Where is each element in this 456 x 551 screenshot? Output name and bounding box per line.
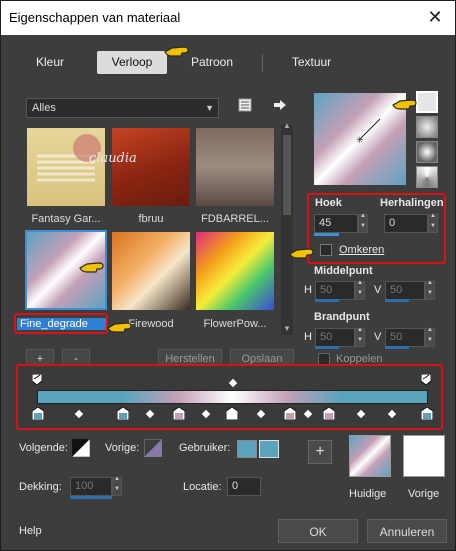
tab-gradient[interactable]: Verloop <box>97 51 167 74</box>
previous-swatch[interactable] <box>403 435 445 477</box>
focal-h-slider[interactable] <box>315 346 339 349</box>
center-v-label: V <box>374 284 382 296</box>
style-sunburst-button[interactable] <box>416 166 438 188</box>
window-title: Eigenschappen van materiaal <box>9 10 181 25</box>
title-bar: Eigenschappen van materiaal ✕ <box>1 1 455 35</box>
opacity-stop-end[interactable] <box>421 374 431 385</box>
color-stop[interactable] <box>173 407 185 420</box>
tab-color[interactable]: Kleur <box>15 51 85 74</box>
pointer-hand-icon <box>164 46 189 57</box>
current-swatch-label: Huidige <box>349 488 387 500</box>
center-h-label: H <box>304 284 312 296</box>
pointer-hand-icon <box>289 248 314 259</box>
user-label: Gebruiker: <box>179 442 231 454</box>
center-v-slider[interactable] <box>385 299 409 302</box>
focal-h-input[interactable]: 50 <box>315 328 355 347</box>
angle-stepper[interactable] <box>358 213 368 233</box>
gradient-thumb-flowerpower[interactable] <box>196 232 274 310</box>
focal-label: Brandpunt <box>314 311 370 323</box>
focal-v-input[interactable]: 50 <box>385 328 425 347</box>
gradient-thumb-fbruu[interactable] <box>112 128 190 206</box>
user-color-swatch-1[interactable] <box>237 440 257 458</box>
opacity-input[interactable]: 100 <box>70 477 112 496</box>
tab-texture[interactable]: Textuur <box>274 51 349 74</box>
pointer-hand-icon <box>79 262 104 273</box>
center-h-input[interactable]: 50 <box>315 281 355 300</box>
opacity-slider[interactable] <box>70 496 112 499</box>
current-swatch[interactable] <box>349 435 391 477</box>
angle-input[interactable]: 45 <box>314 214 358 233</box>
focal-v-slider[interactable] <box>385 346 409 349</box>
gradient-thumb-fantasy-garden[interactable] <box>27 128 105 206</box>
help-link[interactable]: Help <box>19 525 42 537</box>
add-swatch-button[interactable]: + <box>308 440 332 464</box>
material-properties-dialog: Eigenschappen van materiaal ✕ Kleur Verl… <box>0 0 456 551</box>
thumb-label-fantasy-garden: Fantasy Gar... <box>31 213 101 225</box>
focal-h-label: H <box>304 331 312 343</box>
color-stop[interactable] <box>117 407 129 420</box>
repeats-input[interactable]: 0 <box>384 214 428 233</box>
library-scrollbar[interactable] <box>281 125 293 335</box>
highlight-selected-label <box>14 313 108 334</box>
pointer-hand-icon <box>107 322 132 333</box>
repeats-label: Herhalingen <box>380 197 444 209</box>
thumb-label-flowerpower: FlowerPow... <box>203 318 267 330</box>
invert-checkbox[interactable] <box>320 244 332 256</box>
repeats-stepper[interactable] <box>428 213 438 233</box>
watermark-logo: claudia <box>89 151 137 166</box>
color-stop[interactable] <box>32 407 44 420</box>
scroll-up-icon[interactable]: ▲ <box>283 121 291 130</box>
focal-v-stepper[interactable] <box>425 327 435 347</box>
location-input[interactable]: 0 <box>227 477 261 496</box>
previous-swatch-label: Vorige <box>408 488 440 500</box>
color-stop[interactable] <box>421 407 433 420</box>
color-stop[interactable] <box>284 407 296 420</box>
center-h-stepper[interactable] <box>355 280 365 300</box>
gradient-thumb-firewood[interactable] <box>112 232 190 310</box>
color-stop[interactable] <box>226 407 238 420</box>
scroll-down-icon[interactable]: ▼ <box>283 324 291 333</box>
angle-label: Hoek <box>315 197 342 209</box>
invert-label: Omkeren <box>339 244 385 256</box>
focal-v-label: V <box>374 331 382 343</box>
cancel-button[interactable]: Annuleren <box>367 519 447 543</box>
category-dropdown-value: Alles <box>32 102 56 114</box>
style-rectangular-button[interactable] <box>416 116 438 138</box>
opacity-label: Dekking: <box>19 481 62 493</box>
angle-slider[interactable] <box>314 233 339 236</box>
gradient-bar[interactable] <box>37 390 428 404</box>
book-icon[interactable] <box>237 97 253 113</box>
previous-label: Vorige: <box>105 442 140 454</box>
style-radial-button[interactable] <box>416 141 438 163</box>
location-label: Locatie: <box>183 481 222 493</box>
arrow-right-icon[interactable] <box>273 99 287 111</box>
tab-separator <box>262 54 263 72</box>
next-label: Volgende: <box>19 442 68 454</box>
scrollbar-thumb[interactable] <box>283 135 291 215</box>
opacity-stop-start[interactable] <box>32 374 42 385</box>
gradient-thumb-fdbarrel[interactable] <box>196 128 274 206</box>
opacity-stepper[interactable] <box>112 476 122 496</box>
center-v-stepper[interactable] <box>425 280 435 300</box>
next-color-swatch[interactable] <box>72 439 90 457</box>
category-dropdown[interactable]: Alles ▼ <box>26 98 219 118</box>
style-linear-button[interactable] <box>416 91 438 113</box>
center-v-input[interactable]: 50 <box>385 281 425 300</box>
svg-text:✳: ✳ <box>356 136 364 146</box>
focal-h-stepper[interactable] <box>355 327 365 347</box>
center-label: Middelpunt <box>314 265 373 277</box>
thumb-label-fbruu: fbruu <box>138 213 164 225</box>
user-color-swatch-2[interactable] <box>259 440 279 458</box>
chevron-down-icon: ▼ <box>205 103 214 113</box>
previous-color-swatch[interactable] <box>144 439 162 457</box>
color-stop[interactable] <box>323 407 335 420</box>
pointer-hand-icon <box>392 99 417 110</box>
close-icon[interactable]: ✕ <box>425 7 445 27</box>
thumb-pattern-overlay <box>37 134 101 182</box>
ok-button[interactable]: OK <box>278 519 358 543</box>
thumb-label-fdbarrel: FDBARREL... <box>201 213 269 225</box>
center-h-slider[interactable] <box>315 299 339 302</box>
